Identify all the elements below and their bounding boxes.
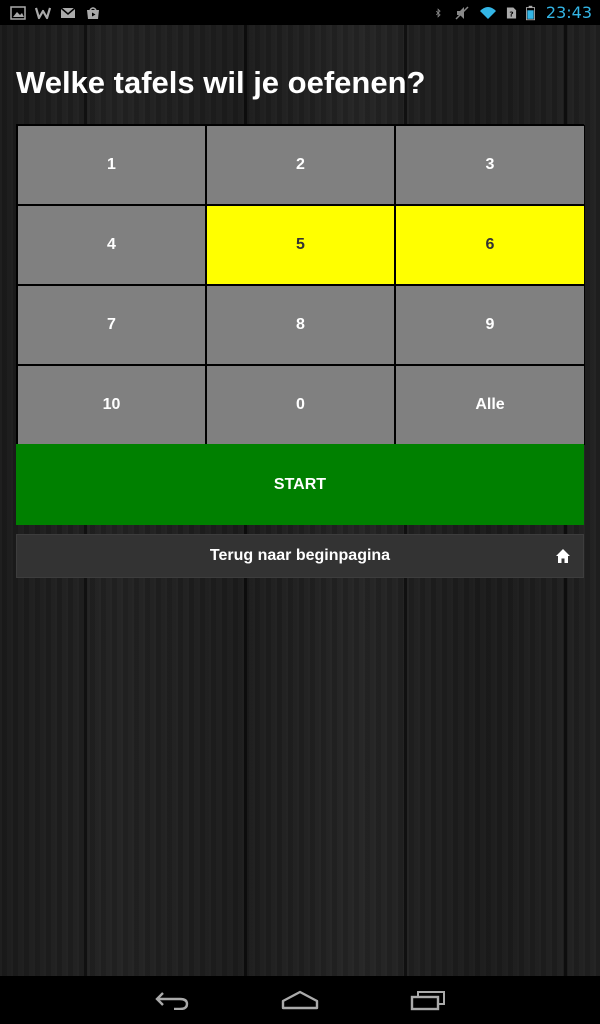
sim-icon: ? (506, 7, 516, 18)
content-area: Welke tafels wil je oefenen? 1 2 3 4 5 6… (0, 25, 600, 976)
recent-apps-icon (410, 991, 445, 1011)
battery-icon (525, 5, 535, 20)
table-button-0[interactable]: 0 (206, 365, 395, 445)
wifi-icon (479, 6, 496, 19)
nav-back-button[interactable] (149, 985, 195, 1015)
mute-icon (455, 5, 469, 20)
table-button-2[interactable]: 2 (206, 125, 395, 205)
back-to-home-label: Terug naar beginpagina (209, 547, 391, 564)
table-button-1[interactable]: 1 (17, 125, 206, 205)
table-button-9[interactable]: 9 (395, 285, 585, 365)
nav-home-button[interactable] (277, 985, 323, 1015)
table-button-5[interactable]: 5 (206, 205, 395, 285)
table-button-4[interactable]: 4 (17, 205, 206, 285)
table-button-all[interactable]: Alle (395, 365, 585, 445)
home-icon (556, 549, 570, 563)
table-button-3[interactable]: 3 (395, 125, 585, 205)
navigation-bar (0, 976, 600, 1024)
page-title: Welke tafels wil je oefenen? (16, 65, 426, 100)
table-button-8[interactable]: 8 (206, 285, 395, 365)
start-button[interactable]: START (16, 444, 584, 525)
status-time: 23:43 (545, 3, 592, 22)
table-button-10[interactable]: 10 (17, 365, 206, 445)
screen: ? 23:43 Welke tafels wil je oefenen? 1 2… (0, 0, 600, 1024)
gmail-icon (60, 6, 76, 18)
system-icons: ? 23:43 (435, 3, 592, 22)
table-button-7[interactable]: 7 (17, 285, 206, 365)
back-icon (155, 992, 189, 1010)
home-outline-icon (281, 990, 319, 1010)
svg-text:?: ? (509, 9, 513, 18)
table-button-6[interactable]: 6 (395, 205, 585, 285)
table-selection-grid: 1 2 3 4 5 6 7 8 9 10 0 Alle (16, 124, 585, 446)
notification-icons (10, 5, 101, 20)
w-app-icon (35, 7, 51, 19)
image-icon (10, 5, 26, 20)
play-store-icon (87, 6, 99, 19)
bluetooth-icon (435, 7, 441, 18)
status-bar: ? 23:43 (0, 0, 600, 25)
nav-recent-apps-button[interactable] (405, 985, 451, 1015)
back-to-home-button[interactable]: Terug naar beginpagina (16, 534, 584, 578)
